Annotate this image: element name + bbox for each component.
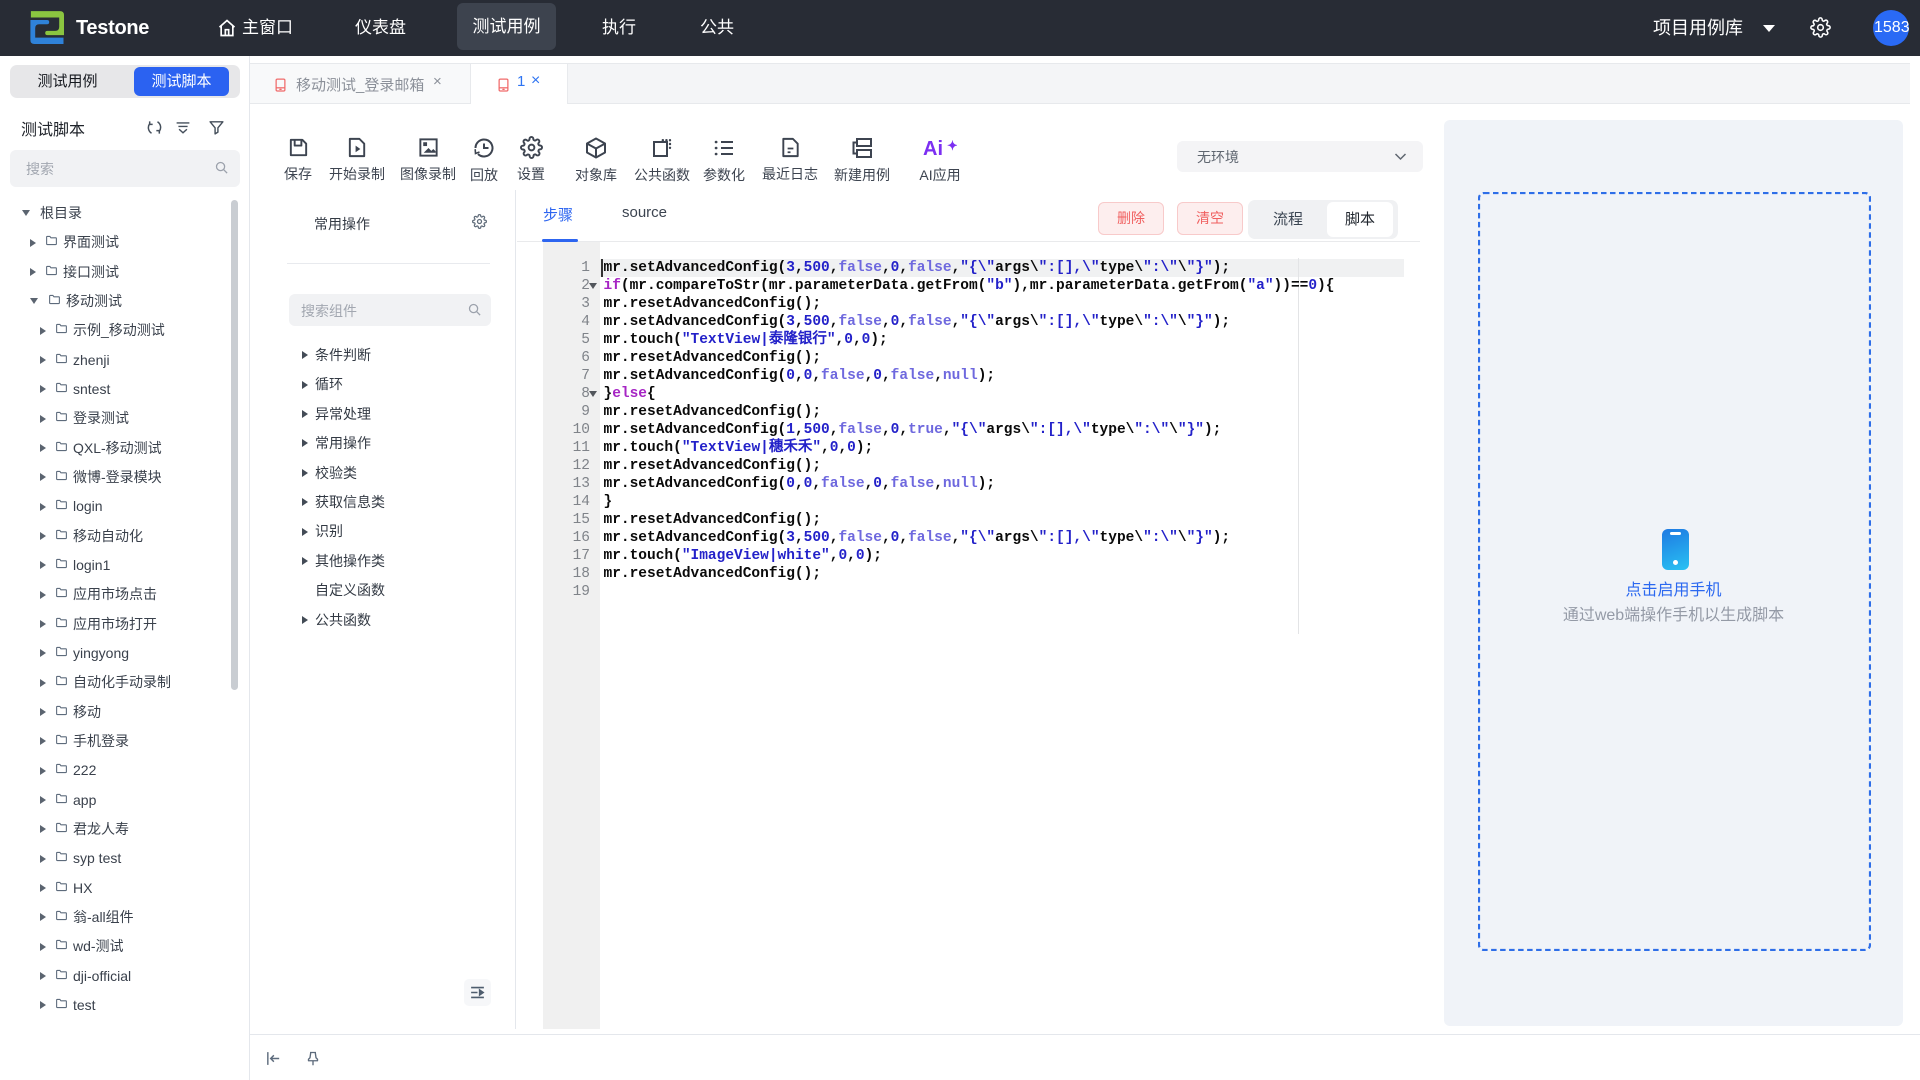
svg-text:Ai: Ai [923,138,943,160]
svg-text:✦: ✦ [947,138,957,153]
